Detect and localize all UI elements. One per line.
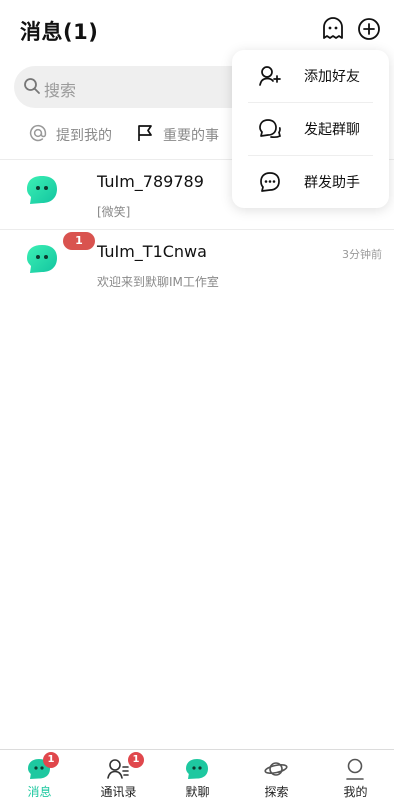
tab-label: 默聊 <box>185 785 210 799</box>
menu-item-add-friend[interactable]: 添加好友 <box>232 50 389 102</box>
chat-bubbles-icon <box>259 119 282 139</box>
bottom-tab-bar: 1 消息 1 通讯录 默聊 探索 我的 <box>0 749 394 800</box>
unread-badge: 1 <box>63 232 95 250</box>
planet-icon <box>264 758 288 780</box>
user-icon <box>343 758 367 780</box>
tab-label: 我的 <box>343 785 368 799</box>
chat-bot-avatar-icon <box>26 175 58 205</box>
menu-item-label: 添加好友 <box>304 69 360 85</box>
quick-link-label: 重要的事 <box>163 128 219 144</box>
contacts-icon <box>106 758 130 780</box>
chat-bot-icon <box>185 758 209 780</box>
search-icon <box>24 78 40 94</box>
menu-item-group-chat[interactable]: 发起群聊 <box>232 103 389 155</box>
tab-molia[interactable]: 默聊 <box>158 750 237 800</box>
search-placeholder: 搜索 <box>44 81 77 100</box>
plus-circle-icon[interactable] <box>356 16 382 42</box>
broadcast-chat-icon <box>260 172 280 192</box>
quick-link-mentions[interactable]: 提到我的 <box>28 122 112 148</box>
conversation-name: TuIm_789789 <box>97 172 204 191</box>
at-icon <box>28 123 48 147</box>
ghost-icon[interactable] <box>320 16 346 42</box>
tab-label: 探索 <box>264 785 289 799</box>
tab-explore[interactable]: 探索 <box>237 750 316 800</box>
quick-link-label: 提到我的 <box>56 128 112 144</box>
conversation-time: 3分钟前 <box>342 248 382 261</box>
menu-item-broadcast[interactable]: 群发助手 <box>232 156 389 208</box>
conversation-row[interactable]: 1 TuIm_T1Cnwa 3分钟前 欢迎来到默聊IM工作室 <box>0 230 394 300</box>
chat-bot-avatar-icon <box>26 244 58 274</box>
page-title: 消息(1) <box>20 20 99 44</box>
tab-label: 消息 <box>27 785 52 799</box>
add-friend-icon <box>259 66 281 86</box>
plus-dropdown-menu: 添加好友 发起群聊 群发助手 <box>232 50 389 208</box>
search-input[interactable]: 搜索 <box>14 66 264 108</box>
tab-contacts[interactable]: 1 通讯录 <box>79 750 158 800</box>
tab-messages[interactable]: 1 消息 <box>0 750 79 800</box>
tab-label: 通讯录 <box>100 785 137 799</box>
tab-me[interactable]: 我的 <box>316 750 394 800</box>
menu-item-label: 群发助手 <box>304 175 360 191</box>
flag-icon <box>135 123 155 147</box>
conversation-preview: [微笑] <box>97 205 131 219</box>
tab-badge: 1 <box>128 752 144 768</box>
tab-badge: 1 <box>43 752 59 768</box>
menu-item-label: 发起群聊 <box>304 122 360 138</box>
conversation-preview: 欢迎来到默聊IM工作室 <box>97 275 219 289</box>
quick-link-important[interactable]: 重要的事 <box>135 122 219 148</box>
conversation-name: TuIm_T1Cnwa <box>97 242 207 261</box>
